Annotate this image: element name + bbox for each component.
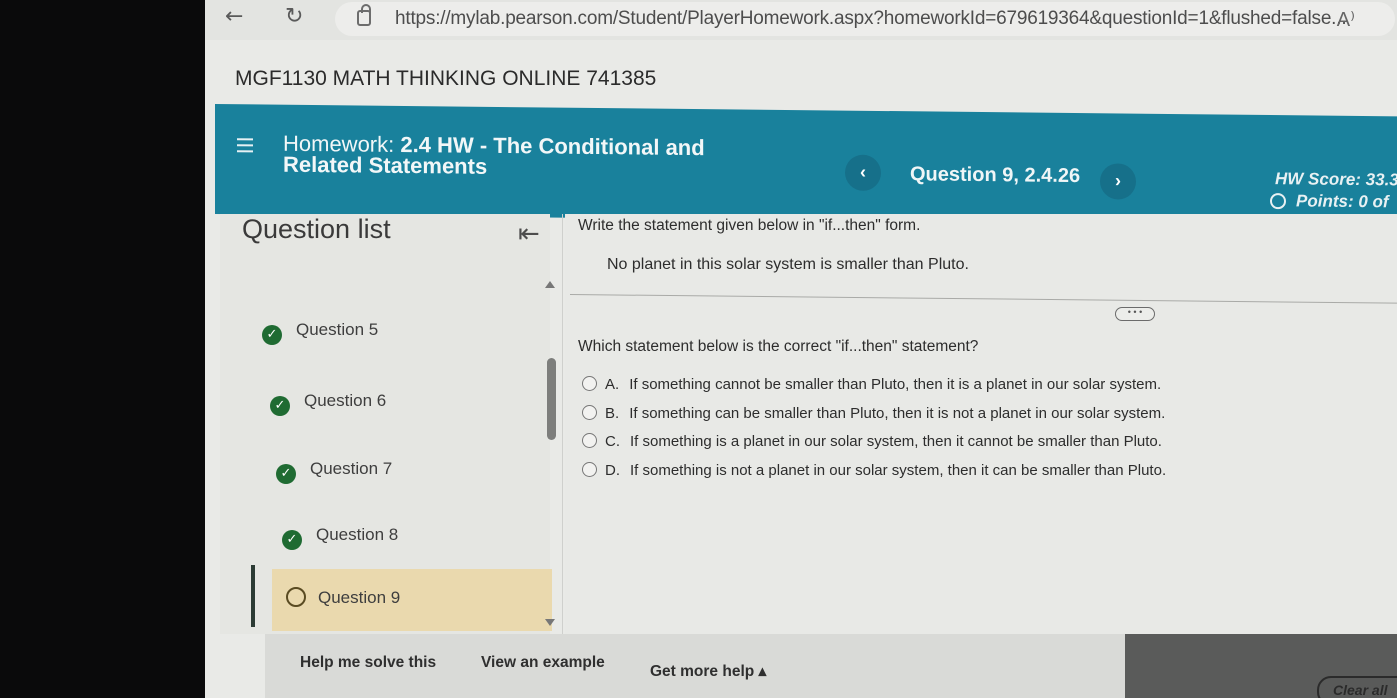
back-arrow-icon[interactable]: ← [225,4,243,29]
section-divider [569,294,1397,304]
option-text: If something cannot be smaller than Plut… [629,376,1162,393]
question-prompt: Which statement below is the correct "if… [578,338,979,355]
option-text: If something can be smaller than Pluto, … [629,405,1166,422]
question-item-label: Question 9 [318,588,401,607]
incomplete-circle-icon [286,587,306,607]
complete-check-icon: ✓ [262,325,282,345]
address-bar[interactable]: https://mylab.pearson.com/Student/Player… [335,2,1395,36]
homework-title: Homework: 2.4 HW - The Conditional and R… [283,131,783,180]
panel-divider [562,214,563,634]
question-list-item[interactable]: ✓ Question 8 [282,525,398,565]
option-text: If something is not a planet in our sola… [630,462,1167,479]
option-letter: B. [605,405,620,422]
complete-check-icon: ✓ [282,530,302,550]
course-title: MGF1130 MATH THINKING ONLINE 741385 [235,67,657,90]
hw-score: HW Score: 33.3 [1275,169,1397,190]
answer-option-a[interactable]: A. If something cannot be smaller than Pl… [582,376,1161,393]
complete-check-icon: ✓ [276,464,296,484]
question-item-label: Question 5 [296,320,379,339]
menu-icon[interactable] [237,138,253,153]
points-text: Points: 0 of [1296,191,1389,212]
answer-option-c[interactable]: C. If something is a planet in our solar … [582,433,1162,450]
question-item-label: Question 8 [316,525,399,544]
radio-button[interactable] [582,433,597,448]
question-list-item-current[interactable]: Question 9 [272,569,552,631]
more-options-button[interactable]: • • • [1115,307,1155,321]
url-text[interactable]: https://mylab.pearson.com/Student/Player… [395,8,1347,30]
homework-header: Homework: 2.4 HW - The Conditional and R… [215,104,1397,227]
answer-option-b[interactable]: B. If something can be smaller than Pluto… [582,405,1165,422]
get-more-help-button[interactable]: Get more help ▴ [650,662,766,681]
radio-button[interactable] [582,462,597,477]
reload-icon[interactable]: ↻ [285,4,303,29]
question-list-item[interactable]: ✓ Question 5 [262,320,378,360]
question-instruction: Write the statement given below in "if..… [578,217,921,234]
question-list-item[interactable]: ✓ Question 6 [270,391,386,431]
question-statement: No planet in this solar system is smalle… [607,256,969,273]
option-letter: A. [605,376,620,393]
points-status-icon [1270,193,1286,210]
question-label: Question 9, 2.4.26 [910,163,1081,188]
help-bar: Help me solve this View an example Get m… [265,634,1397,698]
lock-icon[interactable] [357,4,371,26]
scrollbar-thumb[interactable] [547,358,556,440]
option-letter: D. [605,462,620,479]
browser-toolbar: ← ↻ https://mylab.pearson.com/Student/Pl… [205,0,1397,40]
question-panel: Write the statement given below in "if..… [565,214,1397,634]
previous-question-button[interactable]: ‹ [845,154,881,191]
option-letter: C. [605,433,620,450]
collapse-panel-icon[interactable]: ⇤ [518,219,540,249]
complete-check-icon: ✓ [270,396,290,416]
answer-option-d[interactable]: D. If something is not a planet in our so… [582,462,1166,479]
question-list-panel: Question list ⇤ ✓ Question 5 ✓ Question 6 … [220,214,552,634]
radio-button[interactable] [582,376,597,391]
question-item-label: Question 7 [310,459,393,478]
points: Points: 0 of [1270,191,1389,212]
next-question-button[interactable]: › [1100,163,1136,200]
clear-all-button[interactable]: Clear all [1317,676,1397,698]
help-me-solve-button[interactable]: Help me solve this [300,654,436,672]
radio-button[interactable] [582,405,597,420]
read-aloud-icon[interactable]: A⁾ [1337,7,1355,32]
question-list-title: Question list [242,214,391,244]
browser-window: ← ↻ https://mylab.pearson.com/Student/Pl… [205,0,1397,698]
view-example-button[interactable]: View an example [481,654,605,672]
scroll-up-arrow-icon[interactable] [545,281,555,288]
option-text: If something is a planet in our solar sy… [630,433,1162,450]
question-list-item[interactable]: ✓ Question 7 [276,459,392,499]
question-item-label: Question 6 [304,391,387,410]
scroll-down-arrow-icon[interactable] [545,619,555,626]
screen-bezel [0,0,215,698]
current-item-indicator [251,565,255,627]
